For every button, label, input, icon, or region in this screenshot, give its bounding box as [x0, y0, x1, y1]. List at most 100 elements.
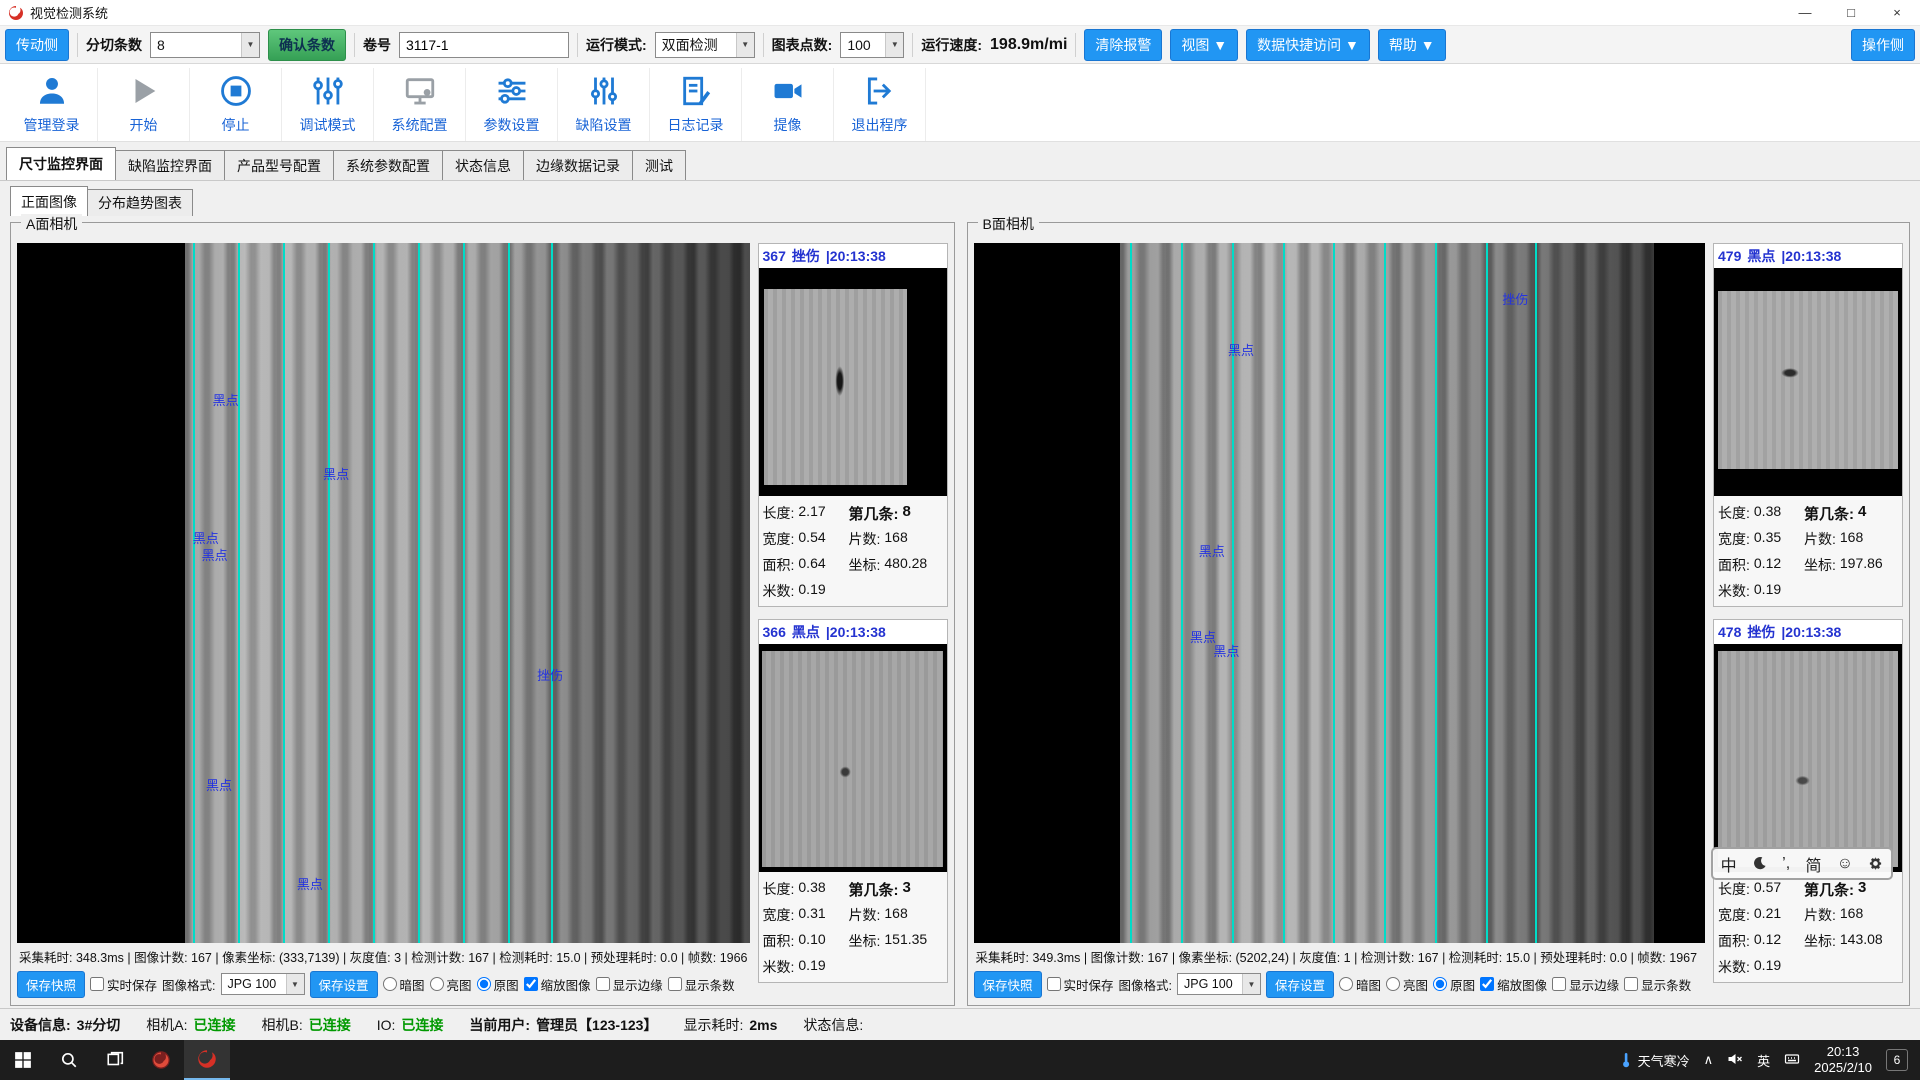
slit-count-select[interactable]: 8 ▼	[150, 32, 260, 58]
ime-mode-indicator[interactable]: 中	[1721, 852, 1737, 876]
radio-input[interactable]	[1433, 977, 1447, 991]
maximize-button[interactable]: □	[1828, 0, 1874, 25]
system-config-button[interactable]: 系统配置	[374, 68, 466, 141]
radio-input[interactable]	[1339, 977, 1353, 991]
radio-input[interactable]	[477, 977, 491, 991]
confirm-count-button[interactable]: 确认条数	[268, 29, 346, 61]
tray-expand-icon[interactable]: ∧	[1704, 1052, 1714, 1068]
exit-program-button[interactable]: 退出程序	[834, 68, 926, 141]
log-record-button[interactable]: 日志记录	[650, 68, 742, 141]
show-edge-checkbox[interactable]: 显示边缘	[1552, 975, 1619, 994]
bright-image-radio[interactable]: 亮图	[1386, 975, 1428, 994]
admin-login-button[interactable]: 管理登录	[6, 68, 98, 141]
field-value: 197.86	[1840, 555, 1883, 575]
field-label: 面积:	[763, 555, 795, 575]
stop-button[interactable]: 停止	[190, 68, 282, 141]
checkbox-input[interactable]	[524, 977, 538, 991]
image-format-select[interactable]: JPG 100▼	[221, 973, 305, 995]
drive-side-button[interactable]: 传动侧	[5, 29, 69, 61]
defect-no: 479	[1718, 248, 1741, 264]
checkbox-input[interactable]	[90, 977, 104, 991]
operate-side-button[interactable]: 操作侧	[1851, 29, 1915, 61]
app-status-bar: 设备信息:3#分切 相机A:已连接 相机B:已连接 IO:已连接 当前用户:管理…	[0, 1008, 1920, 1040]
checkbox-input[interactable]	[668, 977, 682, 991]
radio-input[interactable]	[430, 977, 444, 991]
field-value: 480.28	[884, 555, 927, 575]
display-time-value: 2ms	[749, 1017, 777, 1033]
run-mode-select[interactable]: 双面检测 ▼	[655, 32, 755, 58]
save-settings-button[interactable]: 保存设置	[310, 971, 378, 998]
dark-image-radio[interactable]: 暗图	[1339, 975, 1381, 994]
notification-badge[interactable]: 6	[1886, 1049, 1908, 1071]
show-edge-checkbox[interactable]: 显示边缘	[596, 975, 663, 994]
save-settings-button[interactable]: 保存设置	[1266, 971, 1334, 998]
realtime-save-checkbox[interactable]: 实时保存	[1047, 975, 1114, 994]
punctuation-indicator[interactable]: ’,	[1782, 855, 1790, 873]
taskbar-app-1[interactable]	[138, 1040, 184, 1080]
bright-image-radio[interactable]: 亮图	[430, 975, 472, 994]
defect-time: |20:13:38	[826, 248, 886, 264]
save-snapshot-button[interactable]: 保存快照	[17, 971, 85, 998]
bars-icon	[587, 74, 621, 111]
defect-settings-button[interactable]: 缺陷设置	[558, 68, 650, 141]
tab-product-model-config[interactable]: 产品型号配置	[224, 150, 334, 180]
language-indicator[interactable]: 英	[1757, 1051, 1770, 1070]
defect-card[interactable]: 479 黑点 |20:13:38 长度:0.38 第几条:4 宽度:0.35	[1713, 243, 1903, 607]
capture-image-button[interactable]: 提像	[742, 68, 834, 141]
subtab-front-image[interactable]: 正面图像	[10, 186, 88, 216]
checkbox-input[interactable]	[1552, 977, 1566, 991]
subtab-distribution-chart[interactable]: 分布趋势图表	[87, 189, 193, 216]
taskbar-app-2[interactable]	[184, 1040, 230, 1080]
tab-system-param-config[interactable]: 系统参数配置	[333, 150, 443, 180]
save-snapshot-button[interactable]: 保存快照	[974, 971, 1042, 998]
checkbox-input[interactable]	[596, 977, 610, 991]
checkbox-input[interactable]	[1480, 977, 1494, 991]
slit-count-label: 分切条数	[86, 35, 142, 55]
tab-defect-monitor[interactable]: 缺陷监控界面	[115, 150, 225, 180]
checkbox-input[interactable]	[1047, 977, 1061, 991]
tab-test[interactable]: 测试	[632, 150, 686, 180]
debug-mode-button[interactable]: 调试模式	[282, 68, 374, 141]
radio-input[interactable]	[1386, 977, 1400, 991]
volume-muted-icon[interactable]	[1727, 1051, 1743, 1070]
tab-status-info[interactable]: 状态信息	[442, 150, 524, 180]
parameter-settings-button[interactable]: 参数设置	[466, 68, 558, 141]
zoom-image-checkbox[interactable]: 缩放图像	[524, 975, 591, 994]
start-button[interactable]: 开始	[98, 68, 190, 141]
radio-input[interactable]	[383, 977, 397, 991]
touch-keyboard-icon[interactable]	[1784, 1051, 1800, 1070]
tab-size-monitor[interactable]: 尺寸监控界面	[6, 147, 116, 180]
minimize-button[interactable]: —	[1782, 0, 1828, 25]
realtime-save-checkbox[interactable]: 实时保存	[90, 975, 157, 994]
simplified-indicator[interactable]: 简	[1805, 852, 1821, 876]
help-menu-button[interactable]: 帮助 ▼	[1378, 29, 1446, 61]
moon-icon[interactable]	[1752, 856, 1767, 871]
taskbar-clock[interactable]: 20:13 2025/2/10	[1814, 1044, 1872, 1077]
zoom-image-checkbox[interactable]: 缩放图像	[1480, 975, 1547, 994]
show-strips-checkbox[interactable]: 显示条数	[1624, 975, 1691, 994]
ime-toolbar[interactable]: 中 ’, 简 ☺	[1711, 847, 1893, 880]
clear-alarm-button[interactable]: 清除报警	[1084, 29, 1162, 61]
gear-icon[interactable]	[1868, 856, 1883, 871]
original-image-radio[interactable]: 原图	[477, 975, 519, 994]
defect-card[interactable]: 478 挫伤 |20:13:38 长度:0.57 第几条:3 宽度:0.21	[1713, 619, 1903, 983]
task-view-button[interactable]	[92, 1040, 138, 1080]
chart-points-select[interactable]: 100 ▼	[840, 32, 904, 58]
emoji-icon[interactable]: ☺	[1837, 855, 1853, 873]
start-button[interactable]	[0, 1040, 46, 1080]
roll-number-input[interactable]	[399, 32, 569, 58]
defect-card[interactable]: 366 黑点 |20:13:38 长度:0.38 第几条:3 宽度:0.31	[758, 619, 948, 983]
camera-a-label: 相机A:	[146, 1015, 187, 1035]
defect-card[interactable]: 367 挫伤 |20:13:38 长度:2.17 第几条:8 宽度:0.54	[758, 243, 948, 607]
checkbox-input[interactable]	[1624, 977, 1638, 991]
image-format-select[interactable]: JPG 100▼	[1177, 973, 1261, 995]
original-image-radio[interactable]: 原图	[1433, 975, 1475, 994]
dark-image-radio[interactable]: 暗图	[383, 975, 425, 994]
view-menu-button[interactable]: 视图 ▼	[1170, 29, 1238, 61]
show-strips-checkbox[interactable]: 显示条数	[668, 975, 735, 994]
data-access-menu-button[interactable]: 数据快捷访问 ▼	[1246, 29, 1370, 61]
close-button[interactable]: ×	[1874, 0, 1920, 25]
weather-widget[interactable]: 天气寒冷	[1618, 1051, 1690, 1070]
tab-edge-data-record[interactable]: 边缘数据记录	[523, 150, 633, 180]
search-button[interactable]	[46, 1040, 92, 1080]
